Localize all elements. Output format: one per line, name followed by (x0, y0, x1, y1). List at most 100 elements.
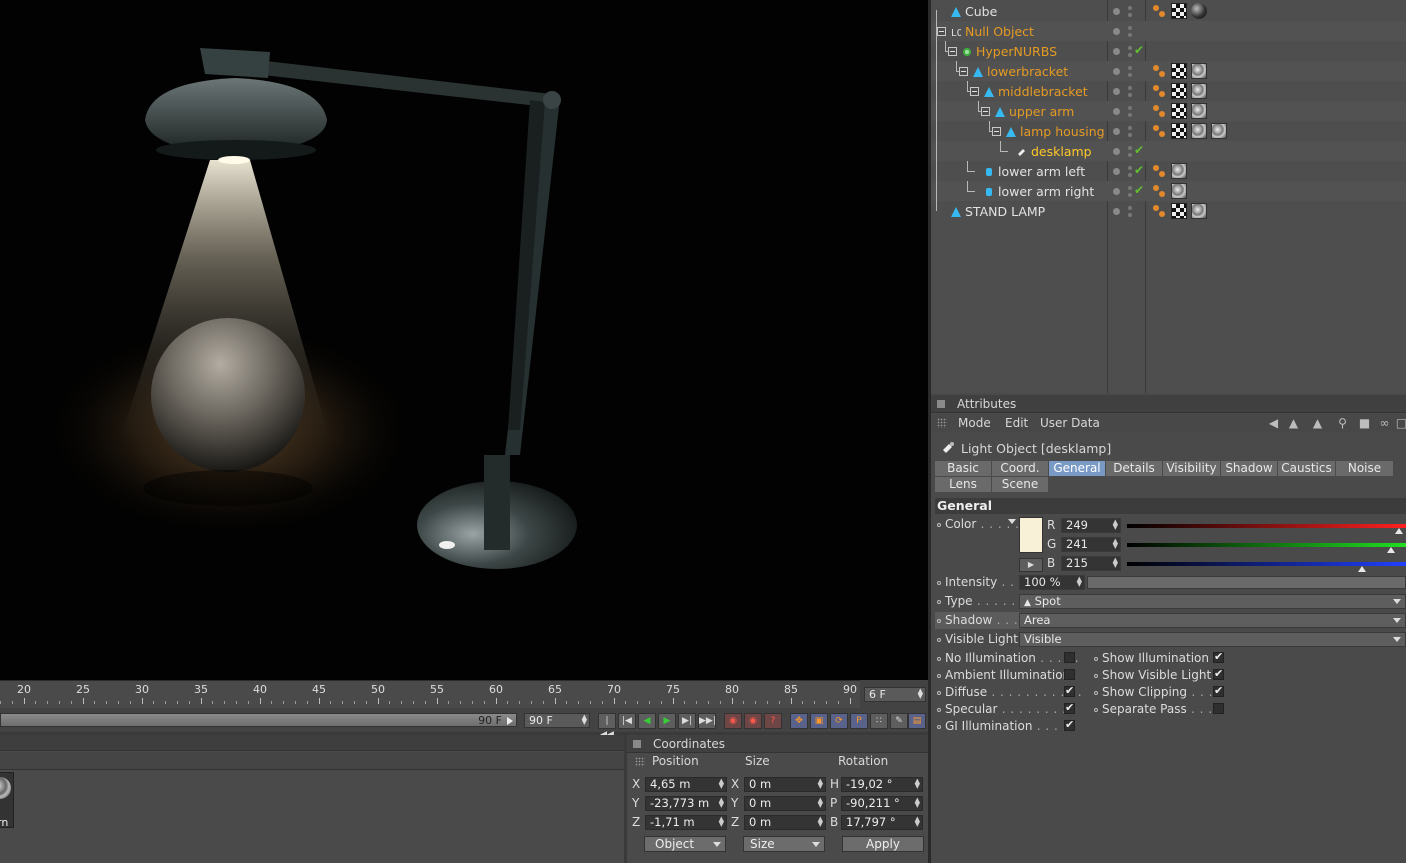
tab-visibility[interactable]: Visibility (1163, 461, 1221, 476)
rotation-b-field[interactable]: 17,797 ° ▲ ▼ (841, 815, 923, 830)
phong-tag-icon[interactable] (1151, 103, 1167, 119)
record-keys-icon[interactable]: ◉ (724, 713, 742, 729)
render-visibility-dot[interactable] (1128, 153, 1132, 157)
checkbox[interactable] (1213, 684, 1224, 697)
link-icon[interactable]: ∞ (1378, 417, 1391, 430)
intensity-slider[interactable] (1087, 576, 1406, 589)
lock-icon[interactable]: ■ (1358, 417, 1371, 430)
grip-icon[interactable] (635, 757, 645, 767)
end-frame-field[interactable]: 90 F ▲ ▼ (524, 713, 590, 728)
current-frame-field[interactable]: 6 F ▲ ▼ (864, 687, 926, 702)
object-manager[interactable]: Cube L0 Null Object HyperNURBS ✔ lowerbracket… (931, 0, 1406, 393)
collapse-toggle-icon[interactable] (970, 87, 979, 96)
play-forward-button[interactable]: ▶ (658, 713, 676, 729)
object-name[interactable]: Cube (965, 4, 997, 19)
enabled-check-icon[interactable]: ✔ (1134, 143, 1144, 157)
size-z-field[interactable]: 0 m ▲ ▼ (744, 815, 826, 830)
editor-visibility-dot[interactable] (1113, 28, 1120, 35)
rotation-h-field[interactable]: -19,02 ° ▲ ▼ (841, 777, 923, 792)
r-slider[interactable] (1127, 524, 1406, 528)
position-z-field[interactable]: -1,71 m ▲ ▼ (645, 815, 727, 830)
render-visibility-dot[interactable] (1128, 146, 1132, 150)
editor-visibility-dot[interactable] (1113, 148, 1120, 155)
render-visibility-dot[interactable] (1128, 186, 1132, 190)
scale-key-icon[interactable]: ▣ (810, 713, 828, 729)
size-x-field[interactable]: 0 m ▲ ▼ (744, 777, 826, 792)
tab-shadow[interactable]: Shadow (1221, 461, 1278, 476)
autokey-icon[interactable]: ◉ (744, 713, 762, 729)
color-options-arrow[interactable] (1008, 519, 1016, 524)
goto-end-button[interactable]: ▶▶| (698, 713, 716, 729)
object-row[interactable]: Cube (931, 1, 1406, 21)
object-name[interactable]: Null Object (965, 24, 1034, 39)
collapse-toggle-icon[interactable] (948, 47, 957, 56)
render-visibility-dot[interactable] (1128, 173, 1132, 177)
tab-basic[interactable]: Basic (935, 461, 992, 476)
metal-tag-icon[interactable] (1171, 183, 1187, 199)
checkbox[interactable] (1064, 718, 1075, 731)
render-visibility-dot[interactable] (1128, 206, 1132, 210)
r-value-field[interactable]: 249 ▲ ▼ (1061, 518, 1121, 533)
phong-tag-icon[interactable] (1151, 183, 1167, 199)
tab-coord[interactable]: Coord. (992, 461, 1049, 476)
object-name[interactable]: lower arm right (998, 184, 1094, 199)
render-visibility-dot[interactable] (1128, 53, 1132, 57)
rotation-p-field[interactable]: -90,211 ° ▲ ▼ (841, 796, 923, 811)
b-value-field[interactable]: 215 ▲ ▼ (1061, 556, 1121, 571)
object-row[interactable]: STAND LAMP (931, 201, 1406, 221)
g-slider[interactable] (1127, 543, 1406, 547)
r-slider-thumb[interactable] (1395, 528, 1404, 534)
panel-menu-icon[interactable] (937, 400, 945, 408)
metal-tag-icon[interactable] (1191, 123, 1207, 139)
phong-tag-icon[interactable] (1151, 63, 1167, 79)
enabled-check-icon[interactable]: ✔ (1134, 43, 1144, 57)
g-slider-thumb[interactable] (1386, 547, 1395, 553)
object-name[interactable]: HyperNURBS (976, 44, 1057, 59)
object-row[interactable]: L0 Null Object (931, 21, 1406, 41)
render-visibility-dot[interactable] (1128, 6, 1132, 10)
object-row[interactable]: upper arm (931, 101, 1406, 121)
render-visibility-dot[interactable] (1128, 66, 1132, 70)
checker-tag-icon[interactable] (1171, 63, 1187, 79)
render-visibility-dot[interactable] (1128, 126, 1132, 130)
metal-tag-icon[interactable] (1211, 123, 1227, 139)
object-name[interactable]: desklamp (1031, 144, 1092, 159)
pointer-icon[interactable]: ▲ (1287, 417, 1300, 430)
checker-tag-icon[interactable] (1171, 203, 1187, 219)
metal-tag-icon[interactable] (1191, 63, 1207, 79)
render-visibility-dot[interactable] (1128, 213, 1132, 217)
checkbox[interactable] (1064, 669, 1075, 680)
phong-tag-icon[interactable] (1151, 163, 1167, 179)
render-visibility-dot[interactable] (1128, 106, 1132, 110)
tab-caustics[interactable]: Caustics (1278, 461, 1336, 476)
editor-visibility-dot[interactable] (1113, 48, 1120, 55)
collapse-toggle-icon[interactable] (992, 127, 1001, 136)
render-visibility-dot[interactable] (1128, 86, 1132, 90)
checkbox[interactable] (1213, 650, 1224, 663)
render-visibility-dot[interactable] (1128, 26, 1132, 30)
object-row[interactable]: middlebracket (931, 81, 1406, 101)
render-visibility-dot[interactable] (1128, 166, 1132, 170)
editor-visibility-dot[interactable] (1113, 8, 1120, 15)
tab-scene[interactable]: Scene (992, 477, 1049, 492)
back-arrow-icon[interactable]: ◀ (1267, 417, 1280, 430)
new-panel-icon[interactable]: □ (1395, 417, 1406, 430)
enabled-check-icon[interactable]: ✔ (1134, 183, 1144, 197)
metal-tag-icon[interactable] (1171, 163, 1187, 179)
object-name[interactable]: upper arm (1009, 104, 1074, 119)
object-row[interactable]: lamp housing (931, 121, 1406, 141)
point-level-icon[interactable]: ∷ (870, 713, 888, 729)
position-x-field[interactable]: 4,65 m ▲ ▼ (645, 777, 727, 792)
editor-visibility-dot[interactable] (1113, 188, 1120, 195)
checker-tag-icon[interactable] (1171, 123, 1187, 139)
apply-button[interactable]: Apply (842, 836, 924, 852)
menu-mode[interactable]: Mode (958, 416, 991, 430)
type-dropdown[interactable]: ▲ Spot (1019, 594, 1406, 609)
move-key-icon[interactable]: ✥ (790, 713, 808, 729)
search-icon[interactable]: ⚲ (1336, 417, 1349, 430)
timeline-scrubber[interactable]: 90 F (0, 713, 517, 727)
prev-key-button[interactable]: |◀ (618, 713, 636, 729)
b-slider-thumb[interactable] (1358, 566, 1367, 572)
checkbox[interactable] (1213, 667, 1224, 680)
render-visibility-dot[interactable] (1128, 73, 1132, 77)
